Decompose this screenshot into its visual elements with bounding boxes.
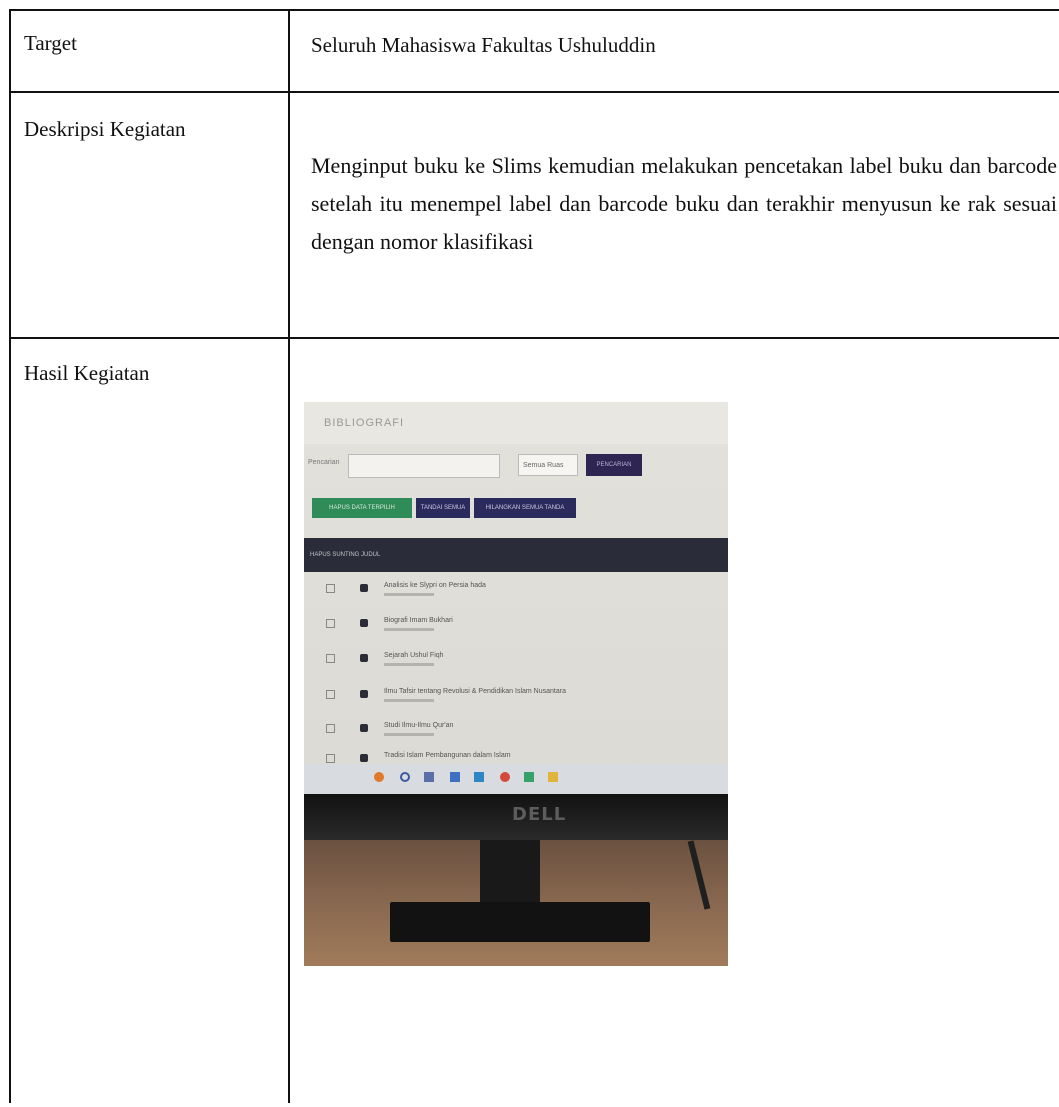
- edit-icon: [360, 724, 368, 732]
- screen-table-header: HAPUS SUNTING JUDUL: [304, 538, 728, 572]
- edit-icon: [360, 654, 368, 662]
- checkbox-icon: [326, 654, 335, 663]
- edit-icon: [360, 690, 368, 698]
- target-value: Seluruh Mahasiswa Fakultas Ushuluddin: [288, 9, 1059, 93]
- store-icon: [474, 772, 484, 782]
- task-view-icon: [424, 772, 434, 782]
- screen-select: Semua Ruas: [518, 454, 578, 476]
- screen-row: Biografi Imam Bukhari: [304, 615, 728, 645]
- app-icon: [524, 772, 534, 782]
- monitor-screen: BIBLIOGRAFI Pencarian Semua Ruas PENCARI…: [304, 402, 728, 794]
- monitor-bezel: DELL: [304, 794, 728, 840]
- screen-find-button: PENCARIAN: [586, 454, 642, 476]
- explorer-icon: [450, 772, 460, 782]
- activity-photo: BIBLIOGRAFI Pencarian Semua Ruas PENCARI…: [304, 402, 728, 966]
- screen-row: Sejarah Ushul Fiqh: [304, 650, 728, 680]
- app-icon: [548, 772, 558, 782]
- screen-search-input: [348, 454, 500, 478]
- screen-row-title: Biografi Imam Bukhari: [384, 617, 453, 624]
- screen-row-title: Tradisi Islam Pembangunan dalam Islam: [384, 752, 511, 759]
- screen-row: Ilmu Tafsir tentang Revolusi & Pendidika…: [304, 686, 728, 716]
- monitor-stand: [480, 840, 540, 904]
- edit-icon: [360, 754, 368, 762]
- screen-row-title: Ilmu Tafsir tentang Revolusi & Pendidika…: [384, 688, 566, 695]
- taskbar: [304, 764, 728, 794]
- row-deskripsi: Deskripsi Kegiatan Menginput buku ke Sli…: [9, 91, 1059, 339]
- target-label: Target: [9, 9, 290, 93]
- row-target: Target Seluruh Mahasiswa Fakultas Ushulu…: [9, 9, 1059, 93]
- checkbox-icon: [326, 724, 335, 733]
- screen-header: BIBLIOGRAFI: [304, 402, 728, 444]
- screen-row: Analisis ke Slypri on Persia hada: [304, 580, 728, 610]
- screen-row-title: Sejarah Ushul Fiqh: [384, 652, 444, 659]
- hasil-label: Hasil Kegiatan: [9, 337, 290, 1103]
- deskripsi-value: Menginput buku ke Slims kemudian melakuk…: [288, 91, 1059, 339]
- dell-logo: DELL: [512, 804, 567, 825]
- edit-icon: [360, 619, 368, 627]
- screen-row: Studi Ilmu-Ilmu Qur'an: [304, 720, 728, 750]
- monitor-base: [390, 902, 650, 942]
- search-icon: [400, 772, 410, 782]
- screen-search-label: Pencarian: [308, 459, 340, 466]
- edit-icon: [360, 584, 368, 592]
- screen-title: BIBLIOGRAFI: [324, 417, 405, 429]
- checkbox-icon: [326, 690, 335, 699]
- screen-row-title: Analisis ke Slypri on Persia hada: [384, 582, 486, 589]
- screen-row-title: Studi Ilmu-Ilmu Qur'an: [384, 722, 454, 729]
- chrome-icon: [500, 772, 510, 782]
- checkbox-icon: [326, 619, 335, 628]
- screen-unmark-all-button: HILANGKAN SEMUA TANDA: [474, 498, 576, 518]
- screen-mark-all-button: TANDAI SEMUA: [416, 498, 470, 518]
- deskripsi-label: Deskripsi Kegiatan: [9, 91, 290, 339]
- checkbox-icon: [326, 584, 335, 593]
- screen-delete-selected-button: HAPUS DATA TERPILIH: [312, 498, 412, 518]
- app-icon: [374, 772, 384, 782]
- checkbox-icon: [326, 754, 335, 763]
